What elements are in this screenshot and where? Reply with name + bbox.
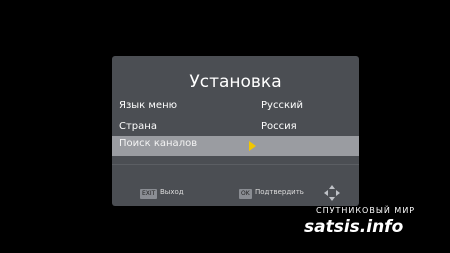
- settings-panel: Установка Язык меню Русский Страна Росси…: [112, 56, 359, 206]
- watermark-logo-text: satsis.info: [304, 217, 404, 237]
- divider: [112, 164, 359, 165]
- menu-item-language[interactable]: Язык меню Русский: [112, 98, 359, 118]
- menu-item-value: Россия: [261, 121, 297, 132]
- menu-item-channel-search[interactable]: Поиск каналов: [112, 136, 359, 156]
- menu-item-value: Русский: [261, 100, 303, 111]
- exit-hint: Выход: [160, 188, 184, 196]
- menu-item-label: Поиск каналов: [119, 138, 198, 149]
- menu-item-label: Страна: [119, 121, 157, 132]
- menu-title: Установка: [189, 72, 282, 92]
- navigation-arrows-icon: [324, 185, 340, 201]
- watermark: СПУТНИКОВЫЙ МИР satsis.info: [300, 205, 450, 253]
- ok-hint: Подтвердить: [255, 188, 304, 196]
- footer-hints: EXIT Выход OK Подтвердить: [112, 185, 359, 201]
- ok-key-icon: OK: [239, 189, 252, 199]
- right-arrow-icon: [249, 141, 256, 151]
- menu-item-label: Язык меню: [119, 100, 178, 111]
- watermark-top-text: СПУТНИКОВЫЙ МИР: [316, 206, 416, 215]
- exit-key-icon: EXIT: [140, 189, 158, 199]
